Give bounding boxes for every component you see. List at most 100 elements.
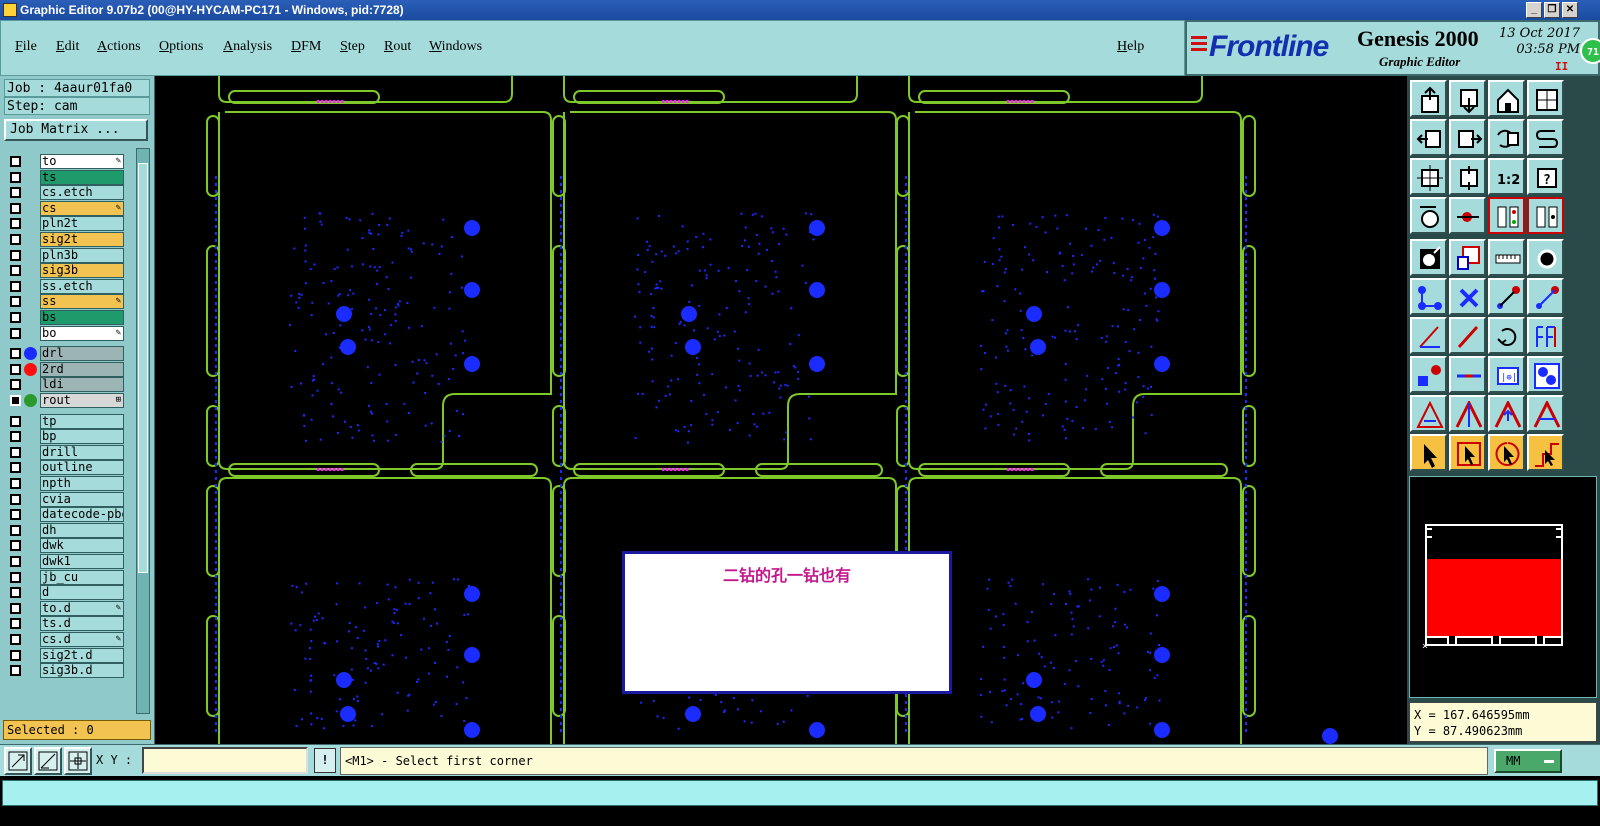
layer-row[interactable]: cs.etch (4, 185, 136, 201)
layer-row[interactable]: bs (4, 310, 136, 325)
menu-edit[interactable]: Edit (56, 39, 79, 55)
layer-name[interactable]: ss ✎ (40, 294, 124, 310)
grid-snap-button[interactable] (64, 747, 92, 775)
zoom-area-button[interactable] (4, 747, 32, 775)
layer-checkbox[interactable] (10, 363, 21, 375)
layer-name[interactable]: cvia (40, 491, 124, 507)
trace-tool-button[interactable] (1449, 356, 1486, 393)
layer-name[interactable]: ts.d (40, 616, 124, 632)
menu-actions[interactable]: Actions (97, 39, 141, 55)
layer-row[interactable]: ts.d (4, 616, 136, 632)
layer-checkbox[interactable] (10, 618, 21, 630)
triangle-mid-tool-button[interactable] (1527, 395, 1564, 432)
layer-row[interactable]: cs ✎ (4, 200, 136, 216)
layer-checkbox[interactable] (10, 395, 21, 406)
select-pad-tool-button[interactable] (1410, 239, 1447, 276)
layer-row[interactable]: drill (4, 444, 136, 460)
layer-name[interactable]: cs ✎ (40, 200, 124, 216)
layer-checkbox[interactable] (10, 171, 21, 183)
menu-windows[interactable]: Windows (429, 39, 482, 55)
layer-row[interactable]: 2rd (4, 361, 136, 377)
units-select[interactable]: MM (1494, 749, 1562, 773)
select-area-tool-button[interactable] (1449, 239, 1486, 276)
menu-rout[interactable]: Rout (384, 39, 411, 55)
pause-icon[interactable]: II (1555, 60, 1568, 73)
fill-mode-tool-button[interactable] (1527, 239, 1564, 276)
layer-name[interactable]: to ✎ (40, 154, 124, 169)
layer-row[interactable]: ldi (4, 377, 136, 393)
layer-name[interactable]: outline (40, 460, 124, 476)
layer-checkbox[interactable] (10, 431, 21, 443)
layer-name[interactable]: bo ✎ (40, 325, 124, 341)
layer-name[interactable]: drill (40, 444, 124, 460)
layer-checkbox[interactable] (10, 156, 21, 167)
route-line-tool-button[interactable] (1527, 278, 1564, 315)
undo-view-tool-button[interactable] (1488, 119, 1525, 156)
layer-name[interactable]: ss.etch (40, 278, 124, 294)
layer-checkbox[interactable] (10, 296, 21, 308)
layer-row[interactable]: outline (4, 460, 136, 476)
layer-checkbox[interactable] (10, 462, 21, 474)
layer-checkbox[interactable] (10, 218, 21, 230)
dimension-tool-button[interactable]: |⊕| (1488, 356, 1525, 393)
layer-row[interactable]: tp (4, 413, 136, 429)
layer-checkbox[interactable] (10, 649, 21, 661)
layer-row[interactable]: sig2t (4, 232, 136, 247)
layer-row[interactable]: dh (4, 522, 136, 538)
menu-file[interactable]: File (15, 39, 37, 55)
layer-name[interactable]: tp (40, 413, 124, 429)
layer-name[interactable]: pln2t (40, 216, 124, 232)
measure-button[interactable] (34, 747, 62, 775)
layer-name[interactable]: cs.etch (40, 185, 124, 201)
layer-row[interactable]: ss.etch (4, 278, 136, 294)
pointer-step-tool-button[interactable] (1527, 434, 1564, 471)
layer-name[interactable]: npth (40, 476, 124, 491)
layer-name[interactable]: d (40, 585, 124, 601)
layer-checkbox[interactable] (10, 202, 21, 214)
layer-name[interactable]: bs (40, 310, 124, 325)
layer-name[interactable]: 2rd (40, 361, 124, 377)
layer-name[interactable]: datecode-pbe (40, 507, 124, 523)
layer-checkbox[interactable] (10, 265, 21, 277)
layer-name[interactable]: ldi (40, 377, 124, 393)
help-tool-button[interactable]: ? (1527, 158, 1564, 195)
layer-name[interactable]: rout ⊞ (40, 393, 124, 408)
menu-help[interactable]: Help (1117, 39, 1144, 55)
layer-row[interactable]: ss ✎ (4, 294, 136, 310)
pan-left-tool-button[interactable] (1410, 119, 1447, 156)
layer-name[interactable]: dh (40, 522, 124, 538)
layer-row[interactable]: dwk1 (4, 554, 136, 569)
layer-row[interactable]: drl (4, 346, 136, 362)
layer-checkbox[interactable] (10, 524, 21, 536)
layer-checkbox[interactable] (10, 540, 21, 552)
job-matrix-button[interactable]: Job Matrix ... (4, 119, 148, 141)
minimize-button[interactable]: _ (1526, 2, 1542, 18)
layer-name[interactable]: sig2t (40, 232, 124, 247)
zoom-out-tool-button[interactable] (1449, 158, 1486, 195)
layer-row[interactable]: dwk (4, 538, 136, 554)
layer-compare-tool-button[interactable] (1488, 197, 1525, 234)
fit-view-tool-button[interactable] (1527, 80, 1564, 117)
layer-checkbox[interactable] (10, 446, 21, 458)
triangle-up-tool-button[interactable] (1488, 395, 1525, 432)
layer-row[interactable]: sig3b (4, 263, 136, 279)
menu-dfm[interactable]: DFM (291, 39, 321, 55)
menu-options[interactable]: Options (159, 39, 203, 55)
layer-checkbox[interactable] (10, 280, 21, 292)
layer-name[interactable]: sig2t.d (40, 647, 124, 663)
layer-checkbox[interactable] (10, 571, 21, 583)
mirror-text-tool-button[interactable] (1527, 317, 1564, 354)
copy-pads-tool-button[interactable] (1527, 356, 1564, 393)
layer-checkbox[interactable] (10, 379, 21, 391)
pad-pair-tool-button[interactable] (1410, 356, 1447, 393)
layer-row[interactable]: d (4, 585, 136, 601)
ruler-tool-button[interactable] (1488, 239, 1525, 276)
xy-input[interactable] (142, 747, 308, 774)
layer-row[interactable]: rout ⊞ (4, 393, 136, 408)
layer-row[interactable]: sig2t.d (4, 647, 136, 663)
layer-row[interactable]: sig3b.d (4, 663, 136, 679)
redraw-tool-button[interactable] (1527, 119, 1564, 156)
layer-name[interactable]: sig3b (40, 263, 124, 279)
layer-checkbox[interactable] (10, 493, 21, 505)
snap-point-tool-button[interactable] (1449, 197, 1486, 234)
